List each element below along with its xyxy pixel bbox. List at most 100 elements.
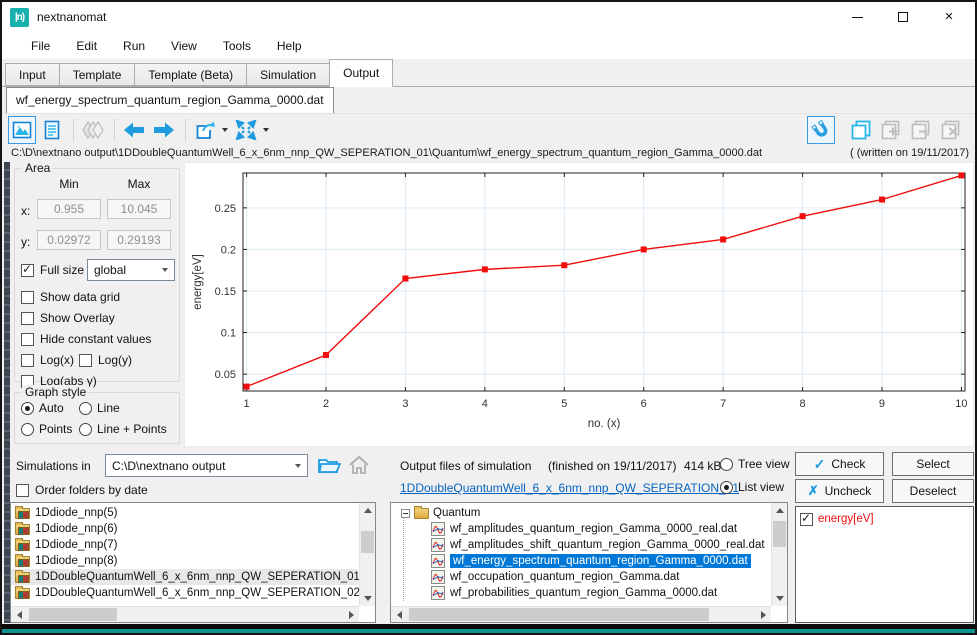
full-size-checkbox[interactable]: Full size bbox=[21, 263, 84, 277]
simulation-link[interactable]: 1DDoubleQuantumWell_6_x_6nm_nnp_QW_SEPER… bbox=[400, 481, 739, 495]
forward-icon[interactable] bbox=[150, 116, 178, 144]
checkbox-icon[interactable] bbox=[21, 291, 34, 304]
horizontal-scrollbar[interactable] bbox=[391, 606, 771, 622]
scroll-right-icon[interactable] bbox=[343, 607, 359, 622]
tree-file-row-selected[interactable]: wf_energy_spectrum_quantum_region_Gamma_… bbox=[391, 553, 770, 569]
file-tab[interactable]: wf_energy_spectrum_quantum_region_Gamma_… bbox=[6, 87, 334, 113]
tree-file-row[interactable]: wf_probabilities_quantum_region_Gamma_00… bbox=[391, 585, 770, 601]
maximize-icon[interactable] bbox=[897, 11, 909, 23]
overlay-icon[interactable] bbox=[79, 116, 107, 144]
order-folders-checkbox[interactable]: Order folders by date bbox=[16, 483, 148, 497]
list-item[interactable]: 1Ddiode_nnp(6) bbox=[11, 521, 358, 537]
report-view-icon[interactable] bbox=[38, 116, 66, 144]
open-folder-icon[interactable] bbox=[317, 454, 341, 481]
show-data-grid-checkbox[interactable]: Show data grid bbox=[21, 290, 120, 304]
y-max-field[interactable]: 0.29193 bbox=[107, 230, 171, 250]
tab-simulation[interactable]: Simulation bbox=[246, 63, 330, 86]
menu-file[interactable]: File bbox=[18, 35, 63, 57]
tree-file-row[interactable]: wf_amplitudes_shift_quantum_region_Gamma… bbox=[391, 537, 770, 553]
fit-icon[interactable] bbox=[232, 116, 260, 144]
checkbox-icon[interactable] bbox=[16, 484, 29, 497]
tab-template-beta[interactable]: Template (Beta) bbox=[134, 63, 247, 86]
checkbox-icon[interactable] bbox=[79, 354, 92, 367]
y-min-field[interactable]: 0.02972 bbox=[37, 230, 101, 250]
log-x-checkbox[interactable]: Log(x) bbox=[21, 353, 74, 367]
uncheck-button[interactable]: ✗ Uncheck bbox=[795, 479, 884, 503]
log-y-checkbox[interactable]: Log(y) bbox=[79, 353, 132, 367]
home-icon[interactable] bbox=[347, 454, 371, 481]
menu-view[interactable]: View bbox=[158, 35, 210, 57]
menu-help[interactable]: Help bbox=[264, 35, 315, 57]
menu-run[interactable]: Run bbox=[110, 35, 158, 57]
scrollbar-thumb[interactable] bbox=[773, 521, 786, 547]
tree-file-row[interactable]: wf_amplitudes_quantum_region_Gamma_0000_… bbox=[391, 521, 770, 537]
scroll-down-icon[interactable] bbox=[772, 591, 788, 606]
list-item-selected[interactable]: 1DDoubleQuantumWell_6_x_6nm_nnp_QW_SEPER… bbox=[11, 569, 358, 585]
magnet-icon[interactable] bbox=[807, 116, 835, 144]
graph-style-line-points-radio[interactable]: Line + Points bbox=[79, 422, 167, 436]
checkbox-icon[interactable] bbox=[21, 312, 34, 325]
remove-graph-icon[interactable] bbox=[907, 116, 935, 144]
scrollbar-thumb[interactable] bbox=[361, 531, 374, 553]
minimize-icon[interactable] bbox=[851, 11, 863, 23]
scale-scope-select[interactable]: global bbox=[87, 259, 175, 281]
radio-icon[interactable] bbox=[79, 402, 92, 415]
list-item[interactable]: 1DDoubleQuantumWell_6_x_6nm_nnp_QW_SEPER… bbox=[11, 585, 358, 601]
radio-icon[interactable] bbox=[21, 402, 34, 415]
checkbox-icon[interactable] bbox=[800, 513, 813, 526]
scroll-up-icon[interactable] bbox=[360, 503, 376, 518]
scrollbar-thumb[interactable] bbox=[409, 608, 709, 621]
radio-icon[interactable] bbox=[720, 481, 733, 494]
tab-template[interactable]: Template bbox=[59, 63, 136, 86]
graph-style-points-radio[interactable]: Points bbox=[21, 422, 72, 436]
collapse-icon[interactable] bbox=[401, 509, 410, 518]
graph-style-auto-radio[interactable]: Auto bbox=[21, 401, 64, 415]
select-button[interactable]: Select bbox=[892, 452, 974, 476]
radio-icon[interactable] bbox=[79, 423, 92, 436]
graph-style-line-radio[interactable]: Line bbox=[79, 401, 120, 415]
list-item[interactable]: 1Ddiode_nnp(5) bbox=[11, 505, 358, 521]
scroll-left-icon[interactable] bbox=[391, 607, 407, 622]
export-icon[interactable] bbox=[191, 116, 219, 144]
back-icon[interactable] bbox=[120, 116, 148, 144]
vertical-scrollbar[interactable] bbox=[771, 503, 787, 606]
x-min-field[interactable]: 0.955 bbox=[37, 199, 101, 219]
energy-chart[interactable]: 123456789100.050.10.150.20.25no. (x)ener… bbox=[184, 162, 974, 447]
deselect-button[interactable]: Deselect bbox=[892, 479, 974, 503]
check-button[interactable]: ✓ Check bbox=[795, 452, 884, 476]
show-overlay-checkbox[interactable]: Show Overlay bbox=[21, 311, 115, 325]
vertical-scrollbar[interactable] bbox=[359, 503, 375, 606]
clone-graph-icon[interactable] bbox=[847, 116, 875, 144]
tree-file-row[interactable]: wf_occupation_quantum_region_Gamma.dat bbox=[391, 569, 770, 585]
checkbox-icon[interactable] bbox=[21, 333, 34, 346]
close-graph-icon[interactable] bbox=[937, 116, 965, 144]
checkbox-icon[interactable] bbox=[21, 354, 34, 367]
scroll-down-icon[interactable] bbox=[360, 591, 376, 606]
close-icon[interactable]: × bbox=[943, 11, 955, 23]
scroll-up-icon[interactable] bbox=[772, 503, 788, 518]
checkbox-icon[interactable] bbox=[21, 264, 34, 277]
tab-input[interactable]: Input bbox=[5, 63, 60, 86]
add-graph-icon[interactable] bbox=[877, 116, 905, 144]
scroll-right-icon[interactable] bbox=[755, 607, 771, 622]
menu-tools[interactable]: Tools bbox=[210, 35, 264, 57]
curve-item[interactable]: energy[eV] bbox=[796, 511, 973, 527]
tree-view-radio[interactable]: Tree view bbox=[720, 457, 790, 471]
hide-constant-values-checkbox[interactable]: Hide constant values bbox=[21, 332, 151, 346]
menu-edit[interactable]: Edit bbox=[63, 35, 110, 57]
scrollbar-thumb[interactable] bbox=[29, 608, 117, 621]
plot-view-icon[interactable] bbox=[8, 116, 36, 144]
list-item[interactable]: 1Ddiode_nnp(8) bbox=[11, 553, 358, 569]
list-view-radio[interactable]: List view bbox=[720, 480, 784, 494]
tree-root-row[interactable]: Quantum bbox=[391, 505, 770, 521]
tab-output[interactable]: Output bbox=[329, 59, 393, 87]
list-item[interactable]: 1Ddiode_nnp(7) bbox=[11, 537, 358, 553]
x-max-field[interactable]: 10.045 bbox=[107, 199, 171, 219]
radio-icon[interactable] bbox=[21, 423, 34, 436]
horizontal-scrollbar[interactable] bbox=[11, 606, 359, 622]
export-dropdown-icon[interactable] bbox=[222, 128, 228, 132]
simulations-path-select[interactable]: C:\D\nextnano output bbox=[105, 454, 308, 477]
radio-icon[interactable] bbox=[720, 458, 733, 471]
fit-dropdown-icon[interactable] bbox=[263, 128, 269, 132]
scroll-left-icon[interactable] bbox=[11, 607, 27, 622]
